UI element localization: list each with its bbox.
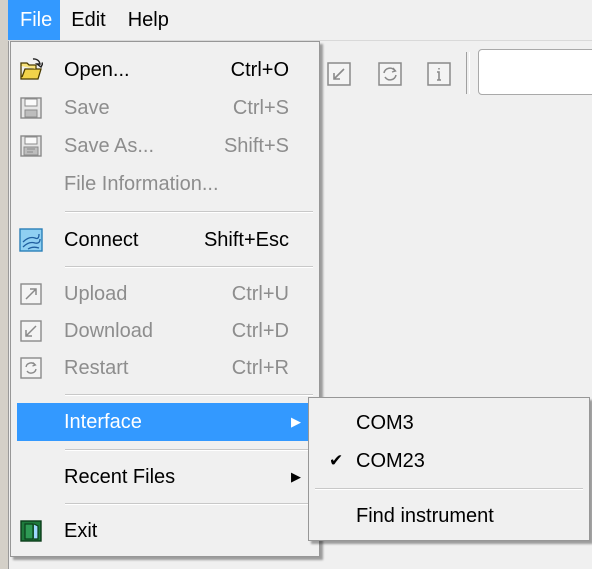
menu-separator [65, 266, 313, 268]
menu-item-connect[interactable]: Connect Shift+Esc [11, 221, 317, 259]
toolbar-download-button[interactable] [320, 55, 358, 93]
menu-item-upload[interactable]: Upload Ctrl+U [11, 275, 317, 313]
restart-shortcut: Ctrl+R [231, 357, 289, 379]
restart-label: Restart [64, 357, 129, 379]
menu-help[interactable]: Help [117, 0, 180, 40]
save-label: Save [64, 97, 110, 119]
connect-shortcut: Shift+Esc [203, 229, 289, 251]
menu-item-interface[interactable]: Interface ▶ [17, 403, 311, 441]
menu-separator [65, 449, 313, 451]
submenu-item-com3[interactable]: COM3 [309, 404, 587, 442]
download-icon [19, 319, 43, 343]
file-menu: Open... Ctrl+O Save Ctrl+S Save As... Sh… [10, 41, 320, 557]
com23-label: COM23 [356, 450, 425, 472]
recent-files-label: Recent Files [64, 466, 176, 488]
open-folder-icon [19, 58, 43, 82]
menu-item-restart[interactable]: Restart Ctrl+R [11, 349, 317, 387]
menu-item-save[interactable]: Save Ctrl+S [11, 89, 317, 127]
submenu-item-com23[interactable]: ✔ COM23 [309, 442, 587, 480]
exit-label: Exit [64, 520, 98, 542]
open-label: Open... [64, 59, 130, 81]
menu-file[interactable]: File [8, 0, 61, 40]
download-shortcut: Ctrl+D [231, 320, 289, 342]
submenu-arrow-icon: ▶ [291, 469, 301, 484]
save-shortcut: Ctrl+S [232, 97, 289, 119]
toolbar-info-button[interactable] [420, 55, 458, 93]
upload-label: Upload [64, 283, 128, 305]
menu-edit[interactable]: Edit [60, 0, 116, 40]
download-label: Download [64, 320, 153, 342]
download-icon [327, 62, 351, 86]
menu-item-recent-files[interactable]: Recent Files ▶ [11, 458, 317, 496]
file-information-label: File Information... [64, 173, 219, 195]
save-as-label: Save As... [64, 135, 155, 157]
menu-item-exit[interactable]: Exit [11, 512, 317, 550]
interface-label: Interface [64, 411, 142, 433]
menu-item-save-as[interactable]: Save As... Shift+S [11, 127, 317, 165]
window-left-border [0, 0, 9, 569]
menu-separator [65, 394, 313, 396]
menu-bar: File Edit Help [8, 0, 592, 41]
connect-icon [19, 228, 43, 252]
toolbar-combo-field[interactable] [478, 49, 592, 95]
restart-icon [19, 356, 43, 380]
submenu-arrow-icon: ▶ [291, 414, 301, 429]
checkmark-icon: ✔ [329, 451, 344, 470]
exit-door-icon [19, 519, 43, 543]
menu-item-download[interactable]: Download Ctrl+D [11, 312, 317, 350]
find-instrument-label: Find instrument [356, 505, 494, 527]
info-icon [427, 62, 451, 86]
toolbar-restart-button[interactable] [371, 55, 409, 93]
menu-item-open[interactable]: Open... Ctrl+O [11, 51, 317, 89]
save-as-icon [19, 134, 43, 158]
submenu-item-find-instrument[interactable]: Find instrument [309, 497, 587, 535]
open-shortcut: Ctrl+O [230, 59, 289, 81]
interface-submenu: COM3 ✔ COM23 Find instrument [308, 397, 590, 541]
save-disk-icon [19, 96, 43, 120]
com3-label: COM3 [356, 412, 414, 434]
save-as-shortcut: Shift+S [223, 135, 289, 157]
toolbar-separator [466, 52, 470, 94]
upload-icon [19, 282, 43, 306]
connect-label: Connect [64, 229, 139, 251]
menu-separator [65, 211, 313, 213]
menu-item-file-information[interactable]: File Information... [11, 165, 317, 203]
menu-separator [315, 488, 583, 490]
upload-shortcut: Ctrl+U [231, 283, 289, 305]
restart-icon [378, 62, 402, 86]
menu-separator [65, 503, 313, 505]
